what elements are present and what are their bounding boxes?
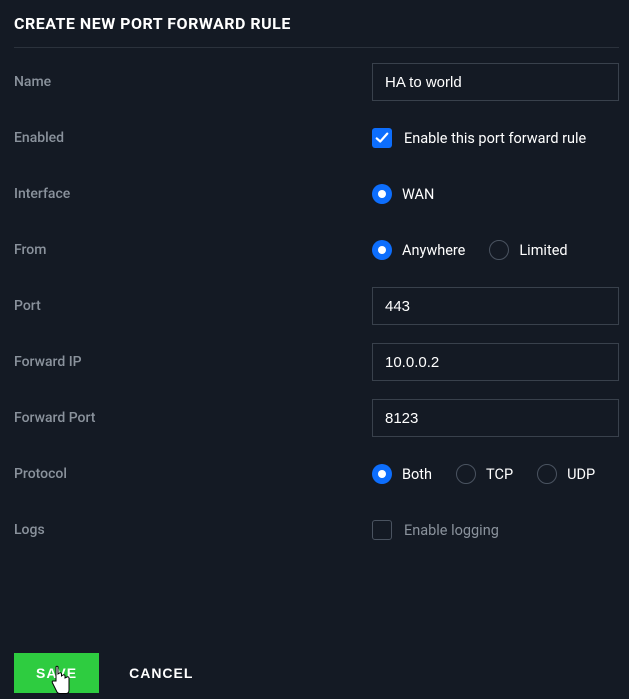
from-limited-label: Limited: [519, 242, 567, 259]
forward-port-input[interactable]: [372, 399, 619, 437]
logs-checkbox-label: Enable logging: [404, 522, 499, 539]
protocol-label: Protocol: [14, 466, 372, 482]
radio-selected-icon: [372, 184, 392, 204]
interface-wan-label: WAN: [402, 186, 434, 203]
protocol-both-label: Both: [402, 466, 432, 483]
from-radio-anywhere[interactable]: Anywhere: [372, 240, 465, 260]
radio-selected-icon: [372, 464, 392, 484]
form-footer: SAVE CANCEL: [14, 653, 193, 699]
from-label: From: [14, 242, 372, 258]
forward-port-label: Forward Port: [14, 410, 372, 426]
protocol-radio-tcp[interactable]: TCP: [456, 464, 513, 484]
save-button[interactable]: SAVE: [14, 653, 99, 693]
check-icon: [375, 131, 389, 145]
forward-ip-label: Forward IP: [14, 354, 372, 370]
enabled-checkbox[interactable]: [372, 128, 392, 148]
interface-label: Interface: [14, 186, 372, 202]
interface-radio-wan[interactable]: WAN: [372, 184, 434, 204]
cancel-button[interactable]: CANCEL: [129, 665, 193, 681]
enabled-label: Enabled: [14, 130, 372, 146]
radio-selected-icon: [372, 240, 392, 260]
port-forward-form: Name Enabled Enable this port forward ru…: [14, 48, 619, 558]
radio-unselected-icon: [537, 464, 557, 484]
protocol-tcp-label: TCP: [486, 466, 513, 483]
logs-checkbox[interactable]: [372, 520, 392, 540]
radio-unselected-icon: [489, 240, 509, 260]
forward-ip-input[interactable]: [372, 343, 619, 381]
from-radio-limited[interactable]: Limited: [489, 240, 567, 260]
protocol-udp-label: UDP: [567, 466, 595, 483]
port-input[interactable]: [372, 287, 619, 325]
port-label: Port: [14, 298, 372, 314]
protocol-radio-udp[interactable]: UDP: [537, 464, 595, 484]
name-input[interactable]: [372, 63, 619, 101]
protocol-radio-both[interactable]: Both: [372, 464, 432, 484]
name-label: Name: [14, 74, 372, 90]
enabled-checkbox-label: Enable this port forward rule: [404, 130, 586, 147]
radio-unselected-icon: [456, 464, 476, 484]
logs-label: Logs: [14, 522, 372, 538]
from-anywhere-label: Anywhere: [402, 242, 465, 259]
page-title: CREATE NEW PORT FORWARD RULE: [14, 14, 619, 48]
